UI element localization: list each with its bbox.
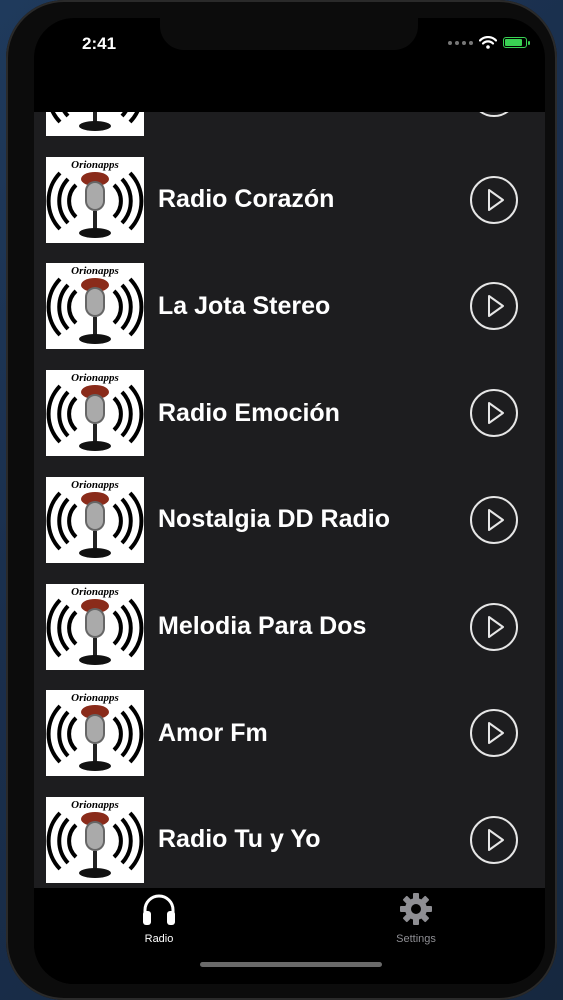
status-icons [448, 36, 530, 49]
station-row[interactable]: Orionapps Amor Fm [34, 680, 545, 786]
microphone-icon [46, 277, 144, 345]
play-button[interactable] [470, 282, 518, 331]
status-time: 2:41 [82, 34, 117, 53]
microphone-icon [46, 384, 144, 452]
play-button[interactable] [470, 175, 518, 224]
microphone-icon [50, 112, 140, 131]
battery-icon [503, 37, 530, 48]
station-row[interactable]: Orionapps Nostalgia DD Radio [34, 467, 545, 573]
station-name: La Jota Stereo [158, 291, 331, 320]
play-button[interactable] [470, 389, 518, 438]
station-name: Melodia Para Dos [158, 612, 367, 640]
tab-bar: Radio Settings [34, 888, 545, 984]
station-logo: Orionapps [46, 476, 144, 563]
station-row[interactable]: Orionapps [34, 112, 545, 146]
station-name: Nostalgia DD Radio [158, 505, 390, 534]
play-circle-icon [488, 295, 504, 318]
gear-icon [400, 893, 432, 925]
play-circle-icon [488, 828, 504, 851]
play-circle-icon [488, 402, 504, 425]
headphones-icon [143, 894, 175, 925]
play-button[interactable] [470, 602, 518, 651]
station-row[interactable]: Orionapps La Jota Stereo [34, 253, 545, 359]
play-circle-icon [472, 112, 516, 115]
play-circle-icon [488, 615, 504, 638]
station-logo: Orionapps [46, 370, 144, 457]
station-row[interactable]: Orionapps Radio Tu y Yo [34, 787, 545, 888]
wifi-icon [479, 36, 497, 49]
station-name: Radio Corazón [158, 185, 335, 214]
microphone-icon [46, 491, 144, 558]
tab-settings[interactable]: Settings [371, 892, 461, 945]
play-button[interactable] [470, 709, 518, 758]
microphone-icon [46, 811, 144, 878]
station-logo: Orionapps [46, 690, 144, 777]
station-row[interactable]: Orionapps Radio Corazón [34, 147, 545, 253]
tab-settings-label: Settings [396, 933, 436, 945]
station-name: Radio Emoción [158, 398, 340, 427]
play-button[interactable] [470, 112, 518, 117]
station-name: Amor Fm [158, 718, 268, 747]
microphone-icon [46, 704, 144, 772]
screen: 2:41 OrionappsOrionappsRadio CorazónOrio… [34, 18, 545, 984]
notch [160, 18, 418, 50]
tab-radio[interactable]: Radio [114, 892, 204, 945]
station-list[interactable]: OrionappsOrionappsRadio CorazónOrionapps… [34, 112, 545, 888]
station-logo: Orionapps [46, 156, 144, 243]
station-logo: Orionapps [46, 583, 144, 670]
play-button[interactable] [470, 815, 518, 864]
phone-frame: 2:41 OrionappsOrionappsRadio CorazónOrio… [6, 0, 557, 1000]
station-row[interactable]: Orionapps Melodia Para Dos [34, 574, 545, 680]
station-row[interactable]: Orionapps Radio Emoción [34, 360, 545, 466]
station-logo: Orionapps [46, 263, 144, 350]
home-indicator[interactable] [200, 962, 382, 967]
microphone-icon [46, 171, 144, 238]
play-button[interactable] [470, 495, 518, 544]
cellular-signal-icon [448, 40, 473, 45]
microphone-icon [46, 598, 144, 665]
play-circle-icon [488, 722, 504, 745]
play-circle-icon [488, 508, 504, 531]
tab-radio-label: Radio [144, 933, 174, 945]
station-logo: Orionapps [46, 796, 144, 883]
station-logo: Orionapps [46, 112, 144, 136]
station-name: Radio Tu y Yo [158, 825, 321, 854]
play-circle-icon [488, 188, 504, 211]
